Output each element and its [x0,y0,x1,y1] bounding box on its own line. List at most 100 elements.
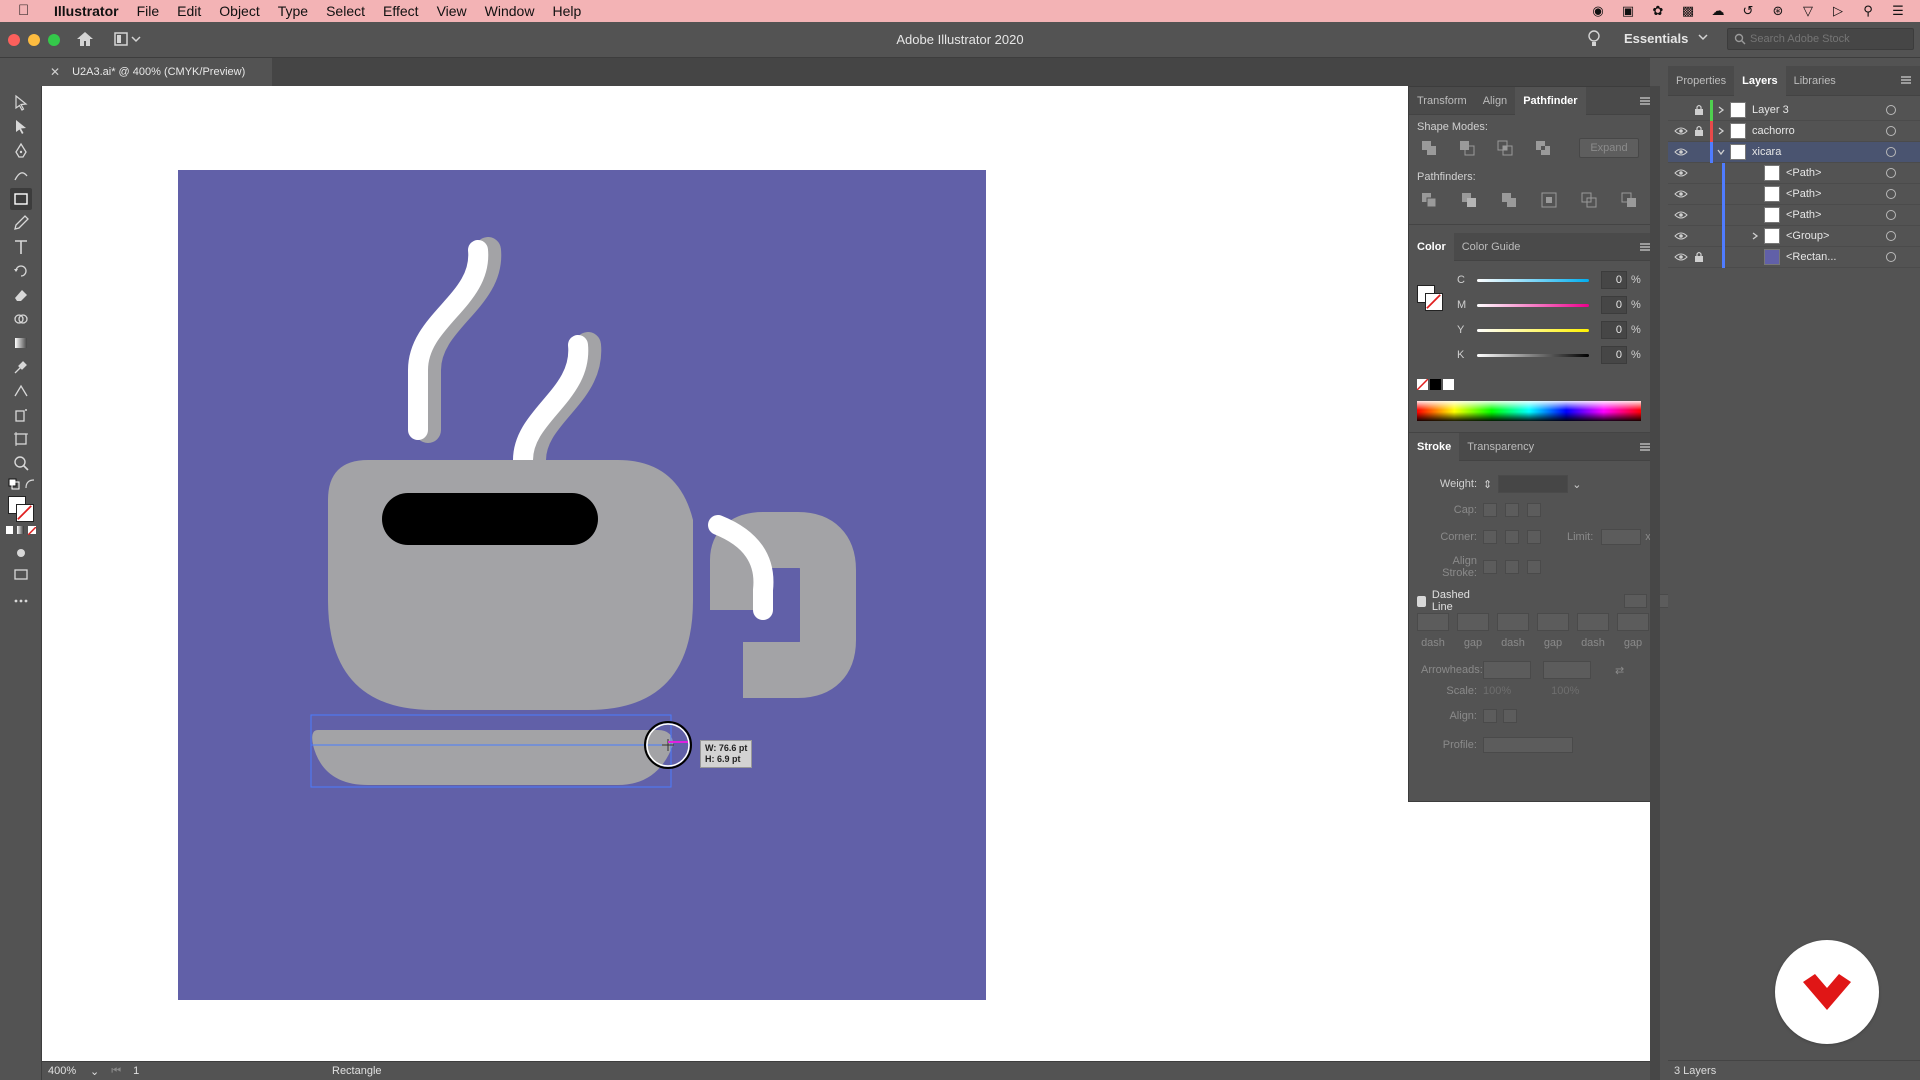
symbol-sprayer-tool-icon[interactable] [10,404,32,426]
tab-transform[interactable]: Transform [1409,87,1475,115]
time-machine-icon[interactable]: ↺ [1740,4,1756,18]
divide-button[interactable] [1417,189,1441,211]
flower-icon[interactable]: ✿ [1650,4,1666,18]
preserve-dash-button[interactable] [1623,594,1647,608]
arrow-tip-at-end-button[interactable] [1503,709,1517,723]
target-circle-icon[interactable] [1886,105,1896,115]
chevron-right-icon[interactable] [1750,231,1760,241]
selection-tool-icon[interactable] [10,92,32,114]
none-swatch[interactable] [1416,378,1429,391]
lock-icon[interactable] [1694,146,1704,158]
pen-tool-icon[interactable] [10,140,32,162]
menu-edit[interactable]: Edit [168,0,210,22]
bevel-join-button[interactable] [1527,530,1541,544]
tab-color[interactable]: Color [1409,232,1454,261]
layer-row[interactable]: cachorro [1668,121,1920,142]
layer-row[interactable]: <Path> [1668,163,1920,184]
panel-divider[interactable] [1650,86,1660,1080]
workspace-switcher[interactable]: Essentials [1624,31,1688,46]
trim-button[interactable] [1457,189,1481,211]
swap-colors-icon[interactable] [24,478,36,490]
artboard-number[interactable]: 1 [133,1065,173,1077]
minus-front-button[interactable] [1455,137,1479,159]
tab-stroke[interactable]: Stroke [1409,432,1460,461]
layer-row[interactable]: <Rectan... [1668,247,1920,268]
menu-file[interactable]: File [128,0,169,22]
color-mode-icon[interactable] [6,526,13,534]
puzzle-icon[interactable]: ▩ [1680,4,1696,18]
layer-row[interactable]: <Group> [1668,226,1920,247]
gradient-tool-icon[interactable] [10,332,32,354]
round-join-button[interactable] [1505,530,1519,544]
coffee-cup-artwork[interactable] [178,170,986,1000]
cyan-slider[interactable] [1477,278,1589,282]
lock-icon[interactable] [1694,167,1704,179]
control-center-icon[interactable]: ☰ [1890,4,1906,18]
gap-input[interactable] [1457,613,1489,631]
target-circle-icon[interactable] [1886,126,1896,136]
end-scale-value[interactable]: 100% [1551,685,1579,697]
visibility-eye-icon[interactable] [1674,168,1688,178]
lock-icon[interactable] [1694,209,1704,221]
lock-icon[interactable] [1694,104,1704,116]
chevron-right-icon[interactable] [1750,252,1760,262]
more-tools-icon[interactable] [10,590,32,612]
zoom-tool-icon[interactable] [10,452,32,474]
lock-icon[interactable] [1694,251,1704,263]
round-cap-button[interactable] [1505,503,1519,517]
layer-name[interactable]: cachorro [1752,125,1795,137]
chevron-down-icon[interactable] [1697,31,1709,43]
panel-menu-icon[interactable] [1900,75,1912,85]
spotlight-icon[interactable]: ⚲ [1860,4,1876,18]
chevron-right-icon[interactable] [1750,189,1760,199]
visibility-eye-icon[interactable] [1674,105,1688,115]
minus-back-button[interactable] [1617,189,1641,211]
stroke-swatch[interactable] [16,504,34,522]
layer-name[interactable]: <Path> [1786,209,1821,221]
align-center-button[interactable] [1483,560,1497,574]
stock-search-input[interactable] [1750,33,1910,45]
visibility-eye-icon[interactable] [1674,126,1688,136]
target-circle-icon[interactable] [1886,231,1896,241]
rotate-tool-icon[interactable] [10,260,32,282]
pencil-tool-icon[interactable] [10,212,32,234]
artboard[interactable]: W: 76.6 pt H: 6.9 pt [178,170,986,1000]
type-tool-icon[interactable] [10,236,32,258]
menu-type[interactable]: Type [269,0,317,22]
cyan-value[interactable]: 0 [1601,271,1627,289]
rectangle-tool-icon[interactable] [10,188,32,210]
visibility-eye-icon[interactable] [1674,147,1688,157]
gap-input[interactable] [1617,613,1649,631]
eraser-tool-icon[interactable] [10,284,32,306]
miter-join-button[interactable] [1483,530,1497,544]
projecting-cap-button[interactable] [1527,503,1541,517]
yellow-value[interactable]: 0 [1601,321,1627,339]
close-tab-icon[interactable]: ✕ [50,65,60,79]
menu-window[interactable]: Window [476,0,544,22]
intersect-button[interactable] [1493,137,1517,159]
layer-name[interactable]: Layer 3 [1752,104,1789,116]
chevron-right-icon[interactable] [1750,210,1760,220]
chevron-right-icon[interactable] [1750,168,1760,178]
yellow-slider[interactable] [1477,328,1589,332]
layer-row[interactable]: Layer 3 [1668,100,1920,121]
gap-input[interactable] [1537,613,1569,631]
crop-button[interactable] [1537,189,1561,211]
tab-layers[interactable]: Layers [1734,65,1786,96]
none-mode-icon[interactable] [27,526,37,536]
swap-arrows-icon[interactable]: ⇄ [1615,664,1624,677]
menu-effect[interactable]: Effect [374,0,428,22]
tab-transparency[interactable]: Transparency [1459,433,1542,461]
record-icon[interactable]: ◉ [1590,4,1606,18]
document-tab[interactable]: ✕ U2A3.ai* @ 400% (CMYK/Preview) [42,58,272,86]
tab-color-guide[interactable]: Color Guide [1454,233,1529,261]
chevron-down-icon[interactable]: ⌄ [1572,478,1581,491]
magenta-value[interactable]: 0 [1601,296,1627,314]
dash-input[interactable] [1577,613,1609,631]
visibility-eye-icon[interactable] [1674,189,1688,199]
eyedropper-tool-icon[interactable] [10,356,32,378]
volume-icon[interactable]: ▷ [1830,4,1846,18]
profile-select[interactable] [1483,737,1573,753]
zoom-dropdown-icon[interactable]: ⌄ [90,1065,99,1078]
menu-select[interactable]: Select [317,0,374,22]
